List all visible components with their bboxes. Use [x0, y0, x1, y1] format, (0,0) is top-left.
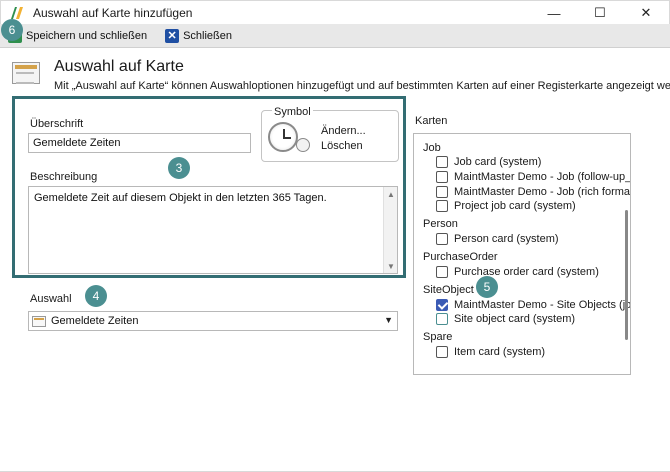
- page-description: Mit „Auswahl auf Karte“ können Auswahlop…: [54, 80, 670, 92]
- clock-small-icon: [296, 138, 310, 152]
- description-text: Gemeldete Zeit auf diesem Objekt in den …: [34, 192, 327, 204]
- symbol-label: Symbol: [272, 106, 313, 118]
- step-badge-6: 6: [1, 19, 23, 41]
- group-spare: Spare: [423, 331, 453, 343]
- chevron-down-icon: ▼: [384, 315, 393, 325]
- checkbox[interactable]: [436, 233, 448, 245]
- list-item-label: Job card (system): [454, 156, 542, 168]
- heading-label: Überschrift: [30, 118, 84, 130]
- symbol-change-button[interactable]: Ändern...: [321, 125, 366, 137]
- step-badge-5: 5: [476, 276, 498, 298]
- cards-scrollbar-thumb[interactable]: [625, 210, 628, 340]
- list-item-label: MaintMaster Demo - Site Objects (jol: [454, 299, 631, 311]
- list-item-label: Project job card (system): [454, 200, 576, 212]
- checkbox-checked[interactable]: [436, 299, 448, 311]
- window-controls: — ☐ ✕: [531, 1, 669, 25]
- list-item[interactable]: MaintMaster Demo - Site Objects (jol: [436, 298, 631, 312]
- group-person: Person: [423, 218, 458, 230]
- list-item[interactable]: Item card (system): [436, 345, 545, 359]
- close-icon: ✕: [165, 28, 180, 43]
- maximize-button[interactable]: ☐: [577, 1, 623, 25]
- list-item[interactable]: MaintMaster Demo - Job (follow-up_: [436, 170, 631, 184]
- close-label: Schließen: [183, 29, 232, 42]
- checkbox[interactable]: [436, 266, 448, 278]
- group-job: Job: [423, 142, 441, 154]
- toolbar: Speichern und schließen ✕ Schließen: [0, 24, 670, 48]
- list-item[interactable]: Site object card (system): [436, 312, 575, 326]
- minimize-button[interactable]: —: [531, 1, 577, 25]
- page-title: Auswahl auf Karte: [54, 58, 184, 75]
- selection-value: Gemeldete Zeiten: [51, 315, 139, 327]
- group-site-object: SiteObject: [423, 284, 474, 296]
- selection-label: Auswahl: [30, 293, 72, 305]
- checkbox[interactable]: [436, 156, 448, 168]
- list-item[interactable]: Person card (system): [436, 232, 559, 246]
- step-badge-4: 4: [85, 285, 107, 307]
- group-purchase-order: PurchaseOrder: [423, 251, 498, 263]
- list-item[interactable]: Job card (system): [436, 155, 541, 169]
- list-item[interactable]: Purchase order card (system): [436, 265, 599, 279]
- list-item-label: MaintMaster Demo - Job (follow-up_: [454, 171, 631, 183]
- cards-label: Karten: [415, 115, 448, 127]
- checkbox[interactable]: [436, 200, 448, 212]
- list-item[interactable]: MaintMaster Demo - Job (rich format: [436, 185, 631, 199]
- save-and-close-button[interactable]: Speichern und schließen: [4, 25, 151, 47]
- window-close-button[interactable]: ✕: [623, 1, 669, 25]
- selection-icon: [32, 315, 46, 327]
- scroll-down-icon[interactable]: ▼: [384, 259, 398, 273]
- clock-icon: [268, 122, 298, 152]
- close-button[interactable]: ✕ Schließen: [161, 25, 236, 47]
- scroll-up-icon[interactable]: ▲: [384, 187, 398, 201]
- save-and-close-label: Speichern und schließen: [26, 29, 148, 42]
- description-textarea[interactable]: Gemeldete Zeit auf diesem Objekt in den …: [28, 186, 398, 274]
- card-selection-icon: [12, 62, 40, 84]
- list-item-label: Item card (system): [454, 346, 546, 358]
- list-item-label: Purchase order card (system): [454, 266, 599, 278]
- description-scrollbar[interactable]: ▲ ▼: [383, 187, 397, 273]
- window-title: Auswahl auf Karte hinzufügen: [33, 5, 193, 20]
- list-item-label: Site object card (system): [454, 313, 576, 325]
- cards-list[interactable]: Job Job card (system) MaintMaster Demo -…: [413, 133, 631, 375]
- selection-dropdown[interactable]: Gemeldete Zeiten ▼: [28, 311, 398, 331]
- symbol-delete-button[interactable]: Löschen: [321, 140, 363, 152]
- step-badge-3: 3: [168, 157, 190, 179]
- checkbox[interactable]: [436, 171, 448, 183]
- title-bar: Auswahl auf Karte hinzufügen — ☐ ✕: [0, 0, 670, 24]
- heading-input[interactable]: Gemeldete Zeiten: [28, 133, 251, 153]
- list-item[interactable]: Project job card (system): [436, 199, 576, 213]
- description-label: Beschreibung: [30, 171, 98, 183]
- checkbox[interactable]: [436, 313, 448, 325]
- checkbox[interactable]: [436, 346, 448, 358]
- checkbox[interactable]: [436, 186, 448, 198]
- list-item-label: Person card (system): [454, 233, 559, 245]
- list-item-label: MaintMaster Demo - Job (rich format: [454, 186, 631, 198]
